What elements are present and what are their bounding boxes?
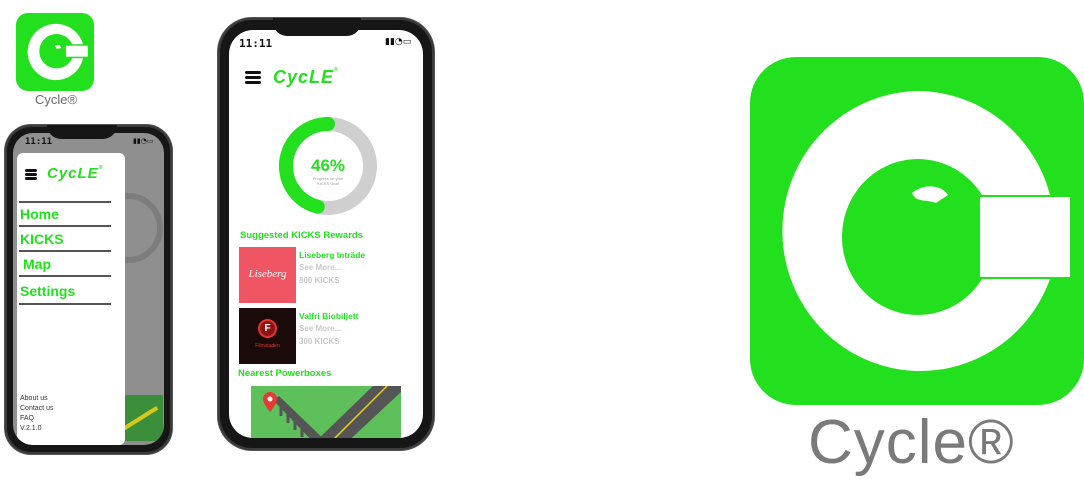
large-app-logo: Cycle®: [750, 57, 1084, 478]
menu-divider: [19, 275, 111, 277]
menu-screen: 11:11 ▮▮◔▭ CycLE® Home KICKS Map Setting…: [13, 133, 164, 445]
small-logo-caption: Cycle®: [34, 92, 78, 107]
reward-title[interactable]: Valfri Biobiljett: [299, 311, 359, 321]
filmstaden-logo-icon: F: [258, 319, 277, 338]
rewards-section-title: Suggested KICKS Rewards: [240, 230, 363, 241]
see-more-link[interactable]: See More...: [299, 324, 341, 333]
see-more-link[interactable]: See More...: [299, 263, 341, 272]
home-screen: 11:11 ▮▮◔▭ CycLE® 46% Progress on your K…: [229, 30, 423, 438]
reward-title[interactable]: Liseberg Inträde: [299, 250, 365, 260]
cycle-logo-icon: [27, 23, 88, 81]
phone-notch: [273, 18, 361, 36]
app-icon-tile: [750, 57, 1084, 405]
phone-home-mockup: 11:11 ▮▮◔▭ CycLE® 46% Progress on your K…: [218, 18, 434, 450]
progress-percent: 46%: [311, 156, 345, 175]
location-pin-icon[interactable]: [263, 392, 277, 412]
filmstaden-logo-text: Filmstaden: [255, 343, 280, 349]
phone-notch: [47, 125, 117, 139]
menu-item-kicks[interactable]: KICKS: [20, 231, 110, 247]
app-wordmark: CycLE®: [273, 67, 339, 88]
wordmark-registered: ®: [334, 67, 339, 73]
status-time: 11:11: [239, 37, 273, 50]
wordmark-registered: ®: [98, 165, 104, 171]
signal-battery-icon: ▮▮◔▭: [385, 37, 412, 47]
powerbox-map[interactable]: [251, 386, 401, 438]
status-time: 11:11: [25, 137, 53, 147]
navigation-drawer: CycLE® Home KICKS Map Settings About us …: [17, 153, 125, 445]
liseberg-reward-image[interactable]: Liseberg: [239, 247, 296, 303]
menu-item-map[interactable]: Map: [23, 256, 113, 272]
large-logo-caption: Cycle®: [808, 408, 1015, 477]
wordmark-text: CycLE: [47, 165, 99, 182]
reward-kicks-cost: 800 KICKS: [299, 276, 340, 285]
phone-menu-mockup: 11:11 ▮▮◔▭ CycLE® Home KICKS Map Setting…: [5, 125, 172, 454]
menu-item-home[interactable]: Home: [20, 206, 110, 222]
reward-kicks-cost: 300 KICKS: [299, 337, 340, 346]
contact-us-link[interactable]: Contact us: [20, 404, 53, 414]
drawer-header: CycLE®: [25, 165, 121, 189]
menu-divider: [19, 225, 111, 227]
version-label: V.2.1.0: [20, 425, 42, 432]
small-app-logo: Cycle®: [16, 13, 96, 107]
faq-link[interactable]: FAQ: [20, 414, 34, 424]
hamburger-menu-icon[interactable]: [25, 169, 37, 180]
hamburger-menu-icon[interactable]: [245, 71, 261, 84]
cycle-logo-icon: [782, 91, 1070, 371]
wordmark-text: CycLE: [273, 67, 335, 87]
signal-battery-icon: ▮▮◔▭: [133, 137, 154, 145]
app-icon-tile: [16, 13, 94, 91]
powerboxes-section-title: Nearest Powerboxes: [238, 368, 332, 379]
kicks-progress-ring: 46%: [279, 117, 377, 215]
progress-caption: Progress on your KICKS Goal: [312, 176, 344, 186]
filmstaden-reward-image[interactable]: F Filmstaden: [239, 308, 296, 364]
liseberg-logo-text: Liseberg: [248, 268, 287, 280]
menu-divider: [19, 303, 111, 305]
menu-item-settings[interactable]: Settings: [20, 283, 110, 299]
menu-divider: [19, 201, 111, 203]
app-wordmark: CycLE®: [47, 165, 103, 182]
menu-divider: [19, 250, 111, 252]
about-us-link[interactable]: About us: [20, 394, 48, 404]
